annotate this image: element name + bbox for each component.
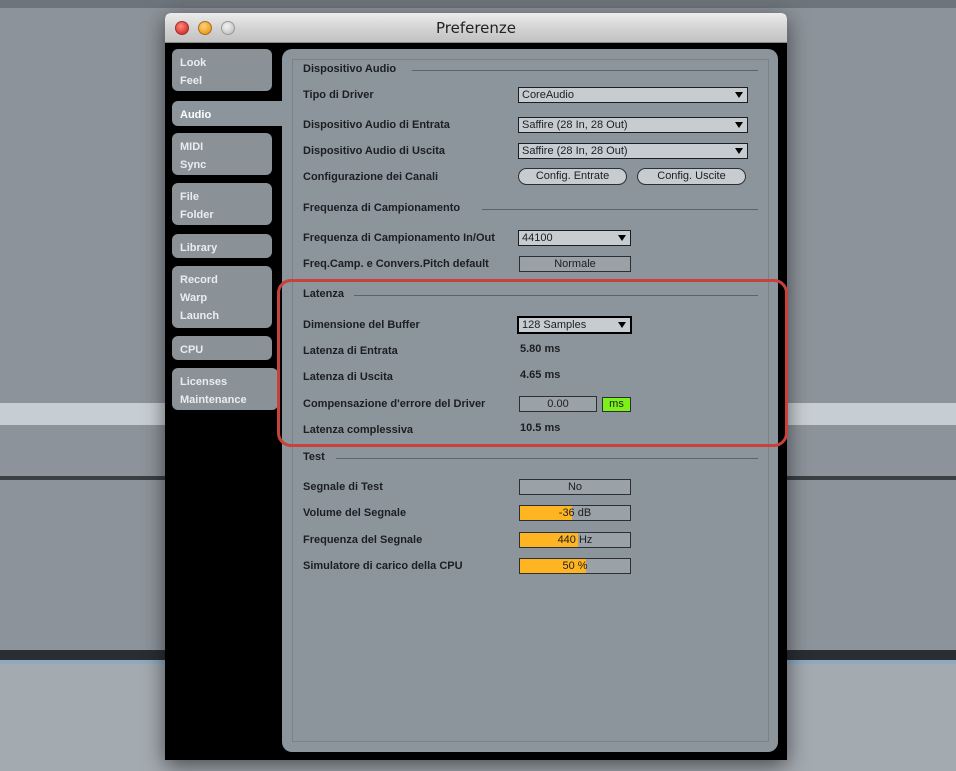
tab-cpu[interactable]: CPU — [172, 336, 272, 360]
cpu-load-simulator-label: Simulatore di carico della CPU — [303, 560, 463, 572]
signal-frequency-label: Frequenza del Segnale — [303, 534, 423, 546]
title-bar[interactable]: Preferenze — [165, 13, 787, 43]
tab-record-warp-launch[interactable]: Record Warp Launch — [172, 266, 272, 328]
driver-type-dropdown[interactable]: CoreAudio — [518, 87, 748, 103]
sample-rate-label: Frequenza di Campionamento In/Out — [303, 232, 495, 244]
tab-label: Maintenance — [180, 394, 247, 406]
signal-frequency-value: 440 Hz — [557, 534, 593, 546]
output-device-label: Dispositivo Audio di Uscita — [303, 145, 445, 157]
tab-label: Launch — [180, 310, 220, 322]
tab-label: Warp — [180, 292, 208, 304]
test-tone-value: No — [567, 481, 583, 493]
sample-rate-dropdown[interactable]: 44100 — [518, 230, 631, 246]
section-title-audio-device: Dispositivo Audio — [303, 63, 397, 75]
tab-licenses-maintenance[interactable]: Licenses Maintenance — [172, 368, 278, 410]
pitch-default-label: Freq.Camp. e Convers.Pitch default — [303, 258, 489, 270]
tab-label: Folder — [180, 209, 214, 221]
cpu-load-simulator-value: 50 % — [562, 560, 588, 572]
section-title-test: Test — [303, 451, 325, 463]
section-divider — [336, 458, 758, 459]
tab-label: Record — [180, 274, 218, 286]
driver-type-label: Tipo di Driver — [303, 89, 374, 101]
dropdown-arrow-icon — [735, 92, 743, 98]
background-top-strip — [0, 0, 956, 8]
tab-library[interactable]: Library — [172, 234, 272, 258]
output-device-dropdown[interactable]: Saffire (28 In, 28 Out) — [518, 143, 748, 159]
tab-label: Licenses — [180, 376, 228, 388]
tab-audio[interactable]: Audio — [172, 101, 284, 126]
dropdown-arrow-icon — [618, 235, 626, 241]
tab-midi-sync[interactable]: MIDI Sync — [172, 133, 272, 175]
cpu-load-simulator-slider[interactable]: 50 % — [519, 558, 631, 574]
tab-label: Audio — [180, 109, 212, 121]
dropdown-arrow-icon — [735, 122, 743, 128]
signal-volume-label: Volume del Segnale — [303, 507, 407, 519]
latency-highlight-annotation — [277, 279, 788, 447]
sample-rate-value: 44100 — [522, 232, 553, 244]
tab-label: Sync — [180, 159, 207, 171]
driver-type-value: CoreAudio — [522, 89, 574, 101]
signal-frequency-slider[interactable]: 440 Hz — [519, 532, 631, 548]
tab-label: MIDI — [180, 141, 204, 153]
section-title-sample-rate: Frequenza di Campionamento — [303, 202, 461, 214]
tab-label: Feel — [180, 75, 203, 87]
window-title: Preferenze — [435, 19, 517, 37]
dropdown-arrow-icon — [735, 148, 743, 154]
signal-volume-slider[interactable]: -36 dB — [519, 505, 631, 521]
tab-label: Look — [180, 57, 207, 69]
test-tone-label: Segnale di Test — [303, 481, 383, 493]
tab-label: File — [180, 191, 199, 203]
test-tone-toggle[interactable]: No — [519, 479, 631, 495]
input-device-dropdown[interactable]: Saffire (28 In, 28 Out) — [518, 117, 748, 133]
output-device-value: Saffire (28 In, 28 Out) — [522, 145, 628, 157]
input-device-value: Saffire (28 In, 28 Out) — [522, 119, 628, 131]
channel-config-label: Configurazione dei Canali — [303, 171, 439, 183]
output-config-button[interactable]: Config. Uscite — [637, 168, 746, 185]
tab-look-feel[interactable]: Look Feel — [172, 49, 272, 91]
section-divider — [482, 209, 758, 210]
input-config-button[interactable]: Config. Entrate — [518, 168, 627, 185]
pitch-default-value: Normale — [554, 258, 596, 270]
tab-label: CPU — [180, 344, 204, 356]
signal-volume-value: -36 dB — [558, 507, 592, 519]
input-device-label: Dispositivo Audio di Entrata — [303, 119, 450, 131]
section-divider — [412, 70, 758, 71]
tab-label: Library — [180, 242, 218, 254]
tab-file-folder[interactable]: File Folder — [172, 183, 272, 225]
pitch-default-field[interactable]: Normale — [519, 256, 631, 272]
